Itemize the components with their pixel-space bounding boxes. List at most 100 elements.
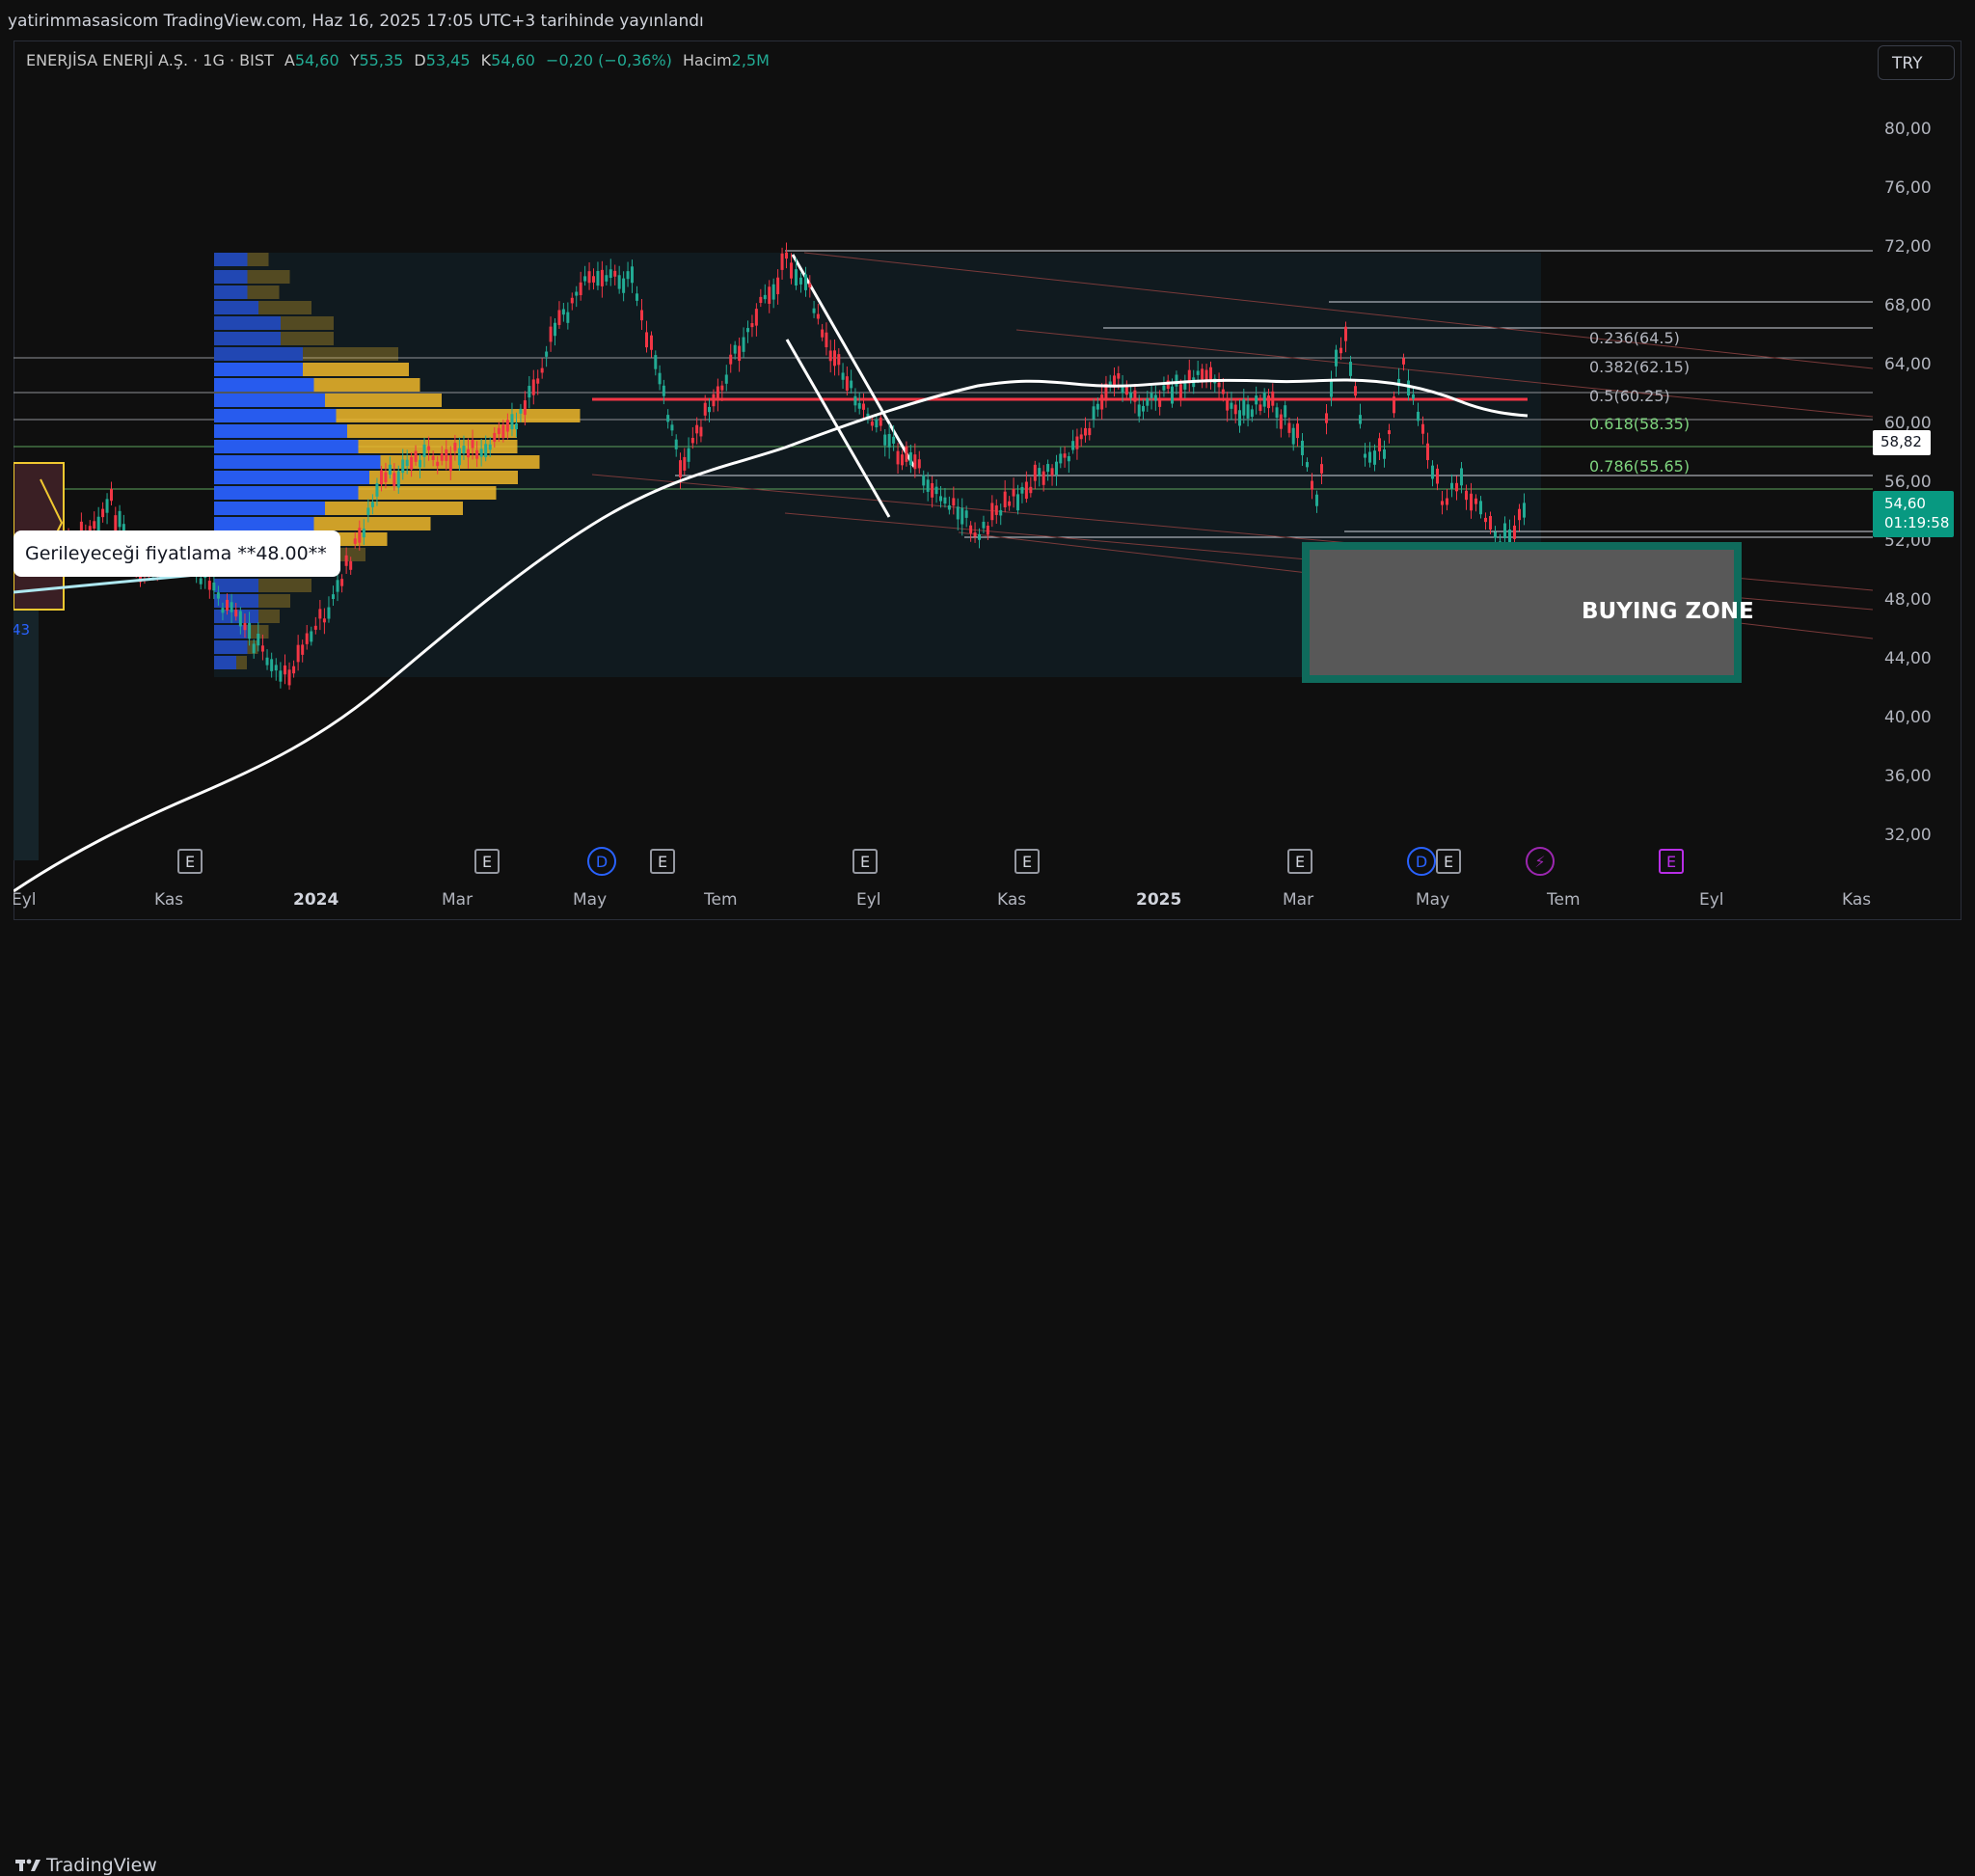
time-tick: Eyl [14,890,37,910]
candle-body [570,297,574,304]
dividend-event-icon[interactable]: D [1407,847,1436,876]
candle-body [1075,436,1079,449]
earnings-event-icon[interactable]: E [650,849,675,874]
candle-body [999,509,1003,516]
price-tick: 40,00 [1884,708,1932,727]
candle-body [1242,398,1246,416]
candle-body [436,461,440,467]
tradingview-icon [15,1859,41,1871]
close-label: K [480,51,492,69]
price-tick: 32,00 [1884,826,1932,845]
candle-body [1364,453,1366,458]
price-tick: 44,00 [1884,649,1932,668]
candle-body [445,449,448,461]
currency-button[interactable]: TRY [1878,45,1955,80]
candle-body [679,460,682,477]
candle-body [1393,396,1395,414]
callout-label[interactable]: Gerileyeceği fiyatlama **48.00** [14,530,340,577]
candle-body [853,395,857,406]
svg-text:D: D [1416,853,1427,871]
candle-body [1042,471,1045,485]
candle-body [1092,406,1096,420]
candle-body [804,274,807,290]
dividend-event-icon[interactable]: D [587,847,616,876]
volume-value: 2,5M [731,51,770,69]
profile-bar-up [214,378,314,392]
candle-body [1250,409,1254,418]
symbol-legend[interactable]: ENERJİSA ENERJİ A.Ş. · 1G · BIST A54,60 … [26,51,775,69]
earnings-upcoming-event-icon[interactable]: E [1659,849,1684,874]
candle-body [939,496,942,502]
profile-bar-up [214,301,258,314]
candle-body [1153,394,1157,401]
candle-body [931,482,934,498]
candle-body [1523,503,1526,518]
tradingview-logo[interactable]: TradingView [15,1855,157,1876]
candle-body [785,252,788,259]
candle-body [636,293,638,301]
candle-body [388,464,392,475]
candle-body [349,560,353,570]
candle-body [448,454,452,472]
candle-body [1470,493,1473,511]
candle-body [1012,488,1015,497]
candle-body [410,456,414,470]
price-axis[interactable]: 80,00 76,00 72,00 68,00 64,00 60,00 56,0… [1884,120,1932,845]
candle-body [212,582,216,591]
candle-body [1388,430,1391,435]
fib-level-label: 0.618(58.35) [1589,415,1690,433]
candle-body [1046,464,1050,473]
chart-canvas[interactable]: 80,00 76,00 72,00 68,00 64,00 60,00 56,0… [14,41,1961,920]
candle-body [683,456,687,471]
candle-body [799,277,802,285]
candle-body [887,434,891,448]
candle-body [1201,368,1204,380]
profile-bar-down [313,378,420,392]
candle-body [243,622,247,631]
candle-body [947,504,951,510]
candle-body [566,312,570,323]
candle-body [1446,498,1448,505]
candle-body [1284,405,1287,418]
earnings-event-icon[interactable]: E [1436,849,1461,874]
candle-body [1474,498,1477,504]
earnings-event-icon[interactable]: E [177,849,203,874]
earnings-event-icon[interactable]: E [474,849,500,874]
candle-body [358,528,362,543]
earnings-event-icon[interactable]: E [1015,849,1040,874]
fib-level-label: 0.5(60.25) [1589,387,1670,405]
candle-body [978,533,981,540]
candle-body [654,355,658,369]
candle-body [296,644,300,663]
candle-body [221,608,225,613]
candle-body [93,521,96,530]
candle-body [674,439,678,449]
earnings-event-icon[interactable]: E [1287,849,1312,874]
candle-body [1460,468,1463,486]
change-value: −0,20 (−0,36%) [546,51,672,69]
candle-body [313,625,317,630]
time-axis[interactable]: Eyl Kas 2024 Mar May Tem Eyl Kas 2025 Ma… [14,890,1871,910]
candle-body [837,354,841,366]
split-event-icon[interactable]: ⚡ [1526,847,1555,876]
svg-text:⚡: ⚡ [1534,853,1545,871]
candle-body [645,332,648,348]
candle-body [305,633,309,644]
candle-body [1335,349,1338,367]
earnings-event-icon[interactable]: E [852,849,878,874]
candle-body [380,470,383,485]
candle-body [901,454,904,466]
candle-body [1221,389,1225,394]
candle-body [750,323,754,328]
profile-bar-up [214,486,359,500]
event-markers[interactable]: E E D E E E E D E ⚡ E [177,847,1684,876]
candle-body [199,578,203,585]
candle-body [1158,397,1162,407]
candle-body [207,581,211,590]
candle-body [1024,481,1028,500]
candle-body [759,296,763,304]
profile-bar-up [214,625,248,639]
time-tick: Eyl [856,890,881,910]
symbol-title[interactable]: ENERJİSA ENERJİ A.Ş. · 1G · BIST [26,51,274,69]
candle-body [825,332,828,347]
